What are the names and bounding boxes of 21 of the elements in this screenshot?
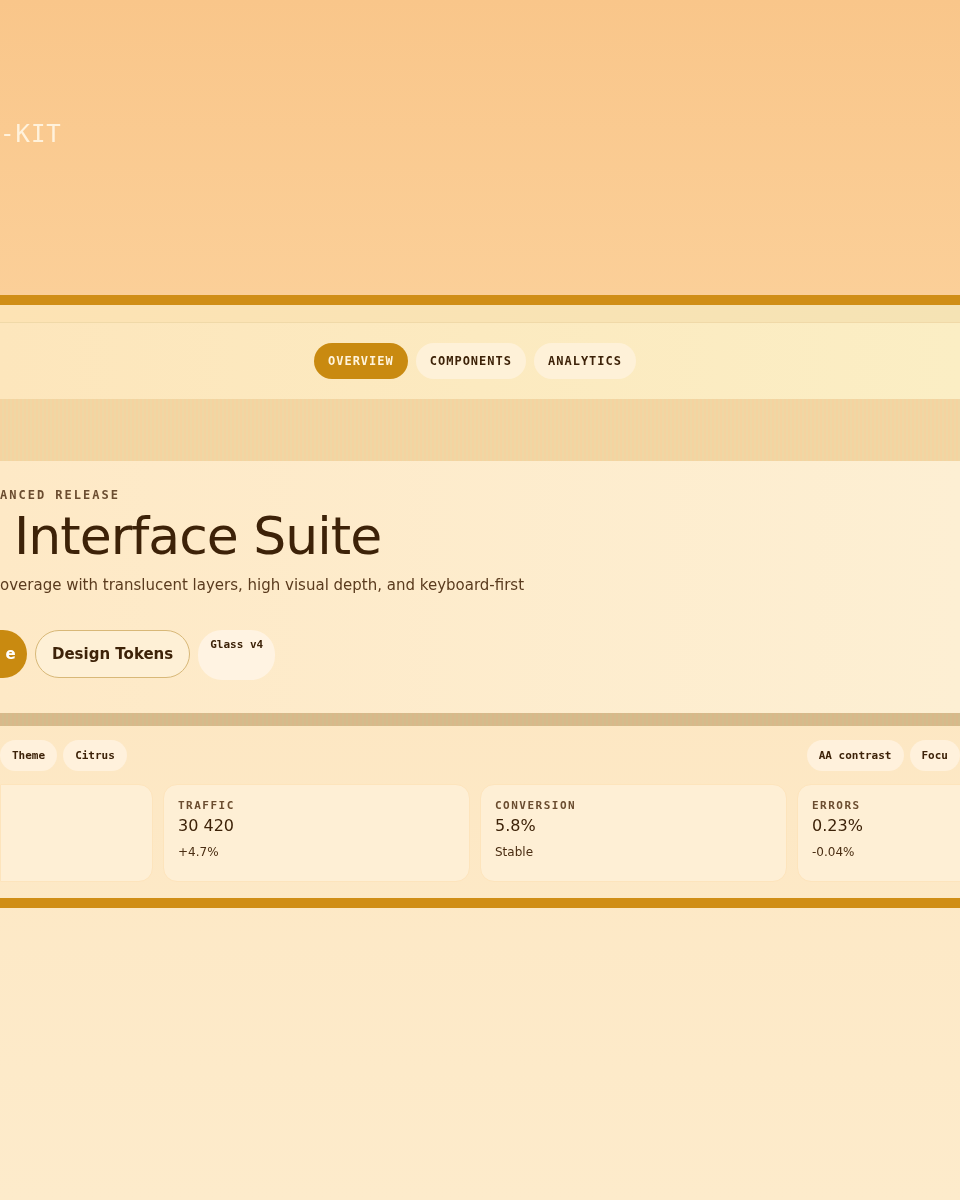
hero-title: Interface Suite — [14, 506, 383, 566]
version-chip[interactable]: Glass v4 — [198, 630, 276, 680]
stat-delta: Stable — [495, 845, 534, 859]
tag-chip[interactable]: Focu — [909, 739, 960, 771]
tag-chip[interactable]: Citrus — [63, 739, 127, 771]
stat-label: CONVERSION — [495, 799, 578, 812]
tag-chip[interactable]: Theme — [0, 739, 58, 771]
design-tokens-button[interactable]: Design Tokens — [35, 630, 191, 678]
brand-wordmark: -KIT — [0, 120, 62, 148]
stat-label: TRAFFIC — [178, 799, 236, 812]
stat-value: 0.23% — [812, 816, 864, 835]
nav-tab[interactable]: COMPONENTS — [415, 343, 526, 379]
nav-tab[interactable]: ANALYTICS — [534, 343, 637, 379]
stat-delta: -0.04% — [812, 845, 856, 859]
hero-subtitle: overage with translucent layers, high visual depth, and keyboard-first — [0, 576, 526, 594]
stat-label: ERRORS — [812, 799, 862, 812]
hero-eyebrow: ANCED RELEASE — [0, 488, 121, 502]
stat-delta: +4.7% — [178, 845, 220, 859]
tag-chip[interactable]: AA contrast — [806, 739, 904, 771]
stat-value: 5.8% — [495, 816, 537, 835]
stat-value: 30 420 — [178, 816, 235, 835]
